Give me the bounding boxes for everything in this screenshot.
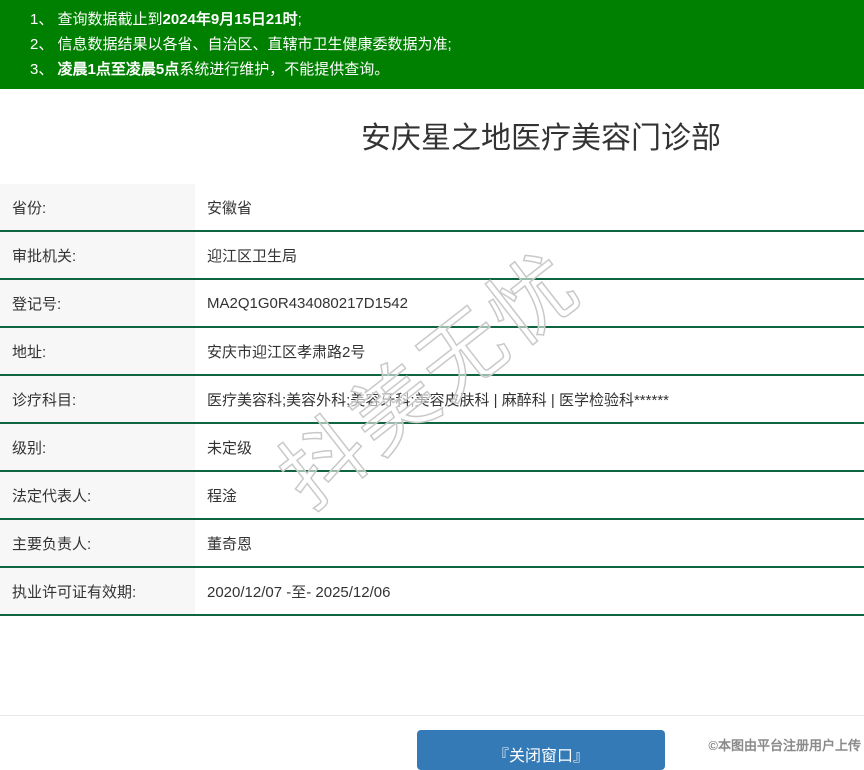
row-label: 法定代表人: [0,472,195,518]
notice-3-bold-text: 凌晨1点至凌晨5点 [58,61,180,78]
notice-bar: 1、 查询数据截止到2024年9月15日21时; 2、 信息数据结果以各省、自治… [0,0,864,89]
license-info-table: 省份: 安徽省 审批机关: 迎江区卫生局 登记号: MA2Q1G0R434080… [0,184,864,616]
row-label: 登记号: [0,280,195,326]
row-value: 2020/12/07 -至- 2025/12/06 [195,568,864,614]
table-row-level: 级别: 未定级 [0,424,864,472]
table-row-medical-subjects: 诊疗科目: 医疗美容科;美容外科;美容牙科;美容皮肤科 | 麻醉科 | 医学检验… [0,376,864,424]
row-label: 审批机关: [0,232,195,278]
notice-line-2: 2、 信息数据结果以各省、自治区、直辖市卫生健康委数据为准; [30,32,864,57]
row-value: 程淦 [195,472,864,518]
upload-credit-watermark: ©本图由平台注册用户上传 [708,735,861,754]
close-window-button[interactable]: 『关闭窗口』 [417,730,665,770]
notice-1-bold-text: 2024年9月15日21时 [163,11,298,28]
notice-1-suffix: ; [298,11,302,28]
notice-line-3: 3、 凌晨1点至凌晨5点系统进行维护，不能提供查询。 [30,57,864,82]
row-value: 迎江区卫生局 [195,232,864,278]
notice-1-text: 1、 查询数据截止到 [30,11,163,28]
result-page: 安庆星之地医疗美容门诊部 省份: 安徽省 审批机关: 迎江区卫生局 登记号: M… [0,89,864,616]
row-value: 未定级 [195,424,864,470]
row-label: 地址: [0,328,195,374]
row-value: 安徽省 [195,184,864,230]
row-value: 董奇恩 [195,520,864,566]
table-row-person-in-charge: 主要负责人: 董奇恩 [0,520,864,568]
row-label: 执业许可证有效期: [0,568,195,614]
row-label: 主要负责人: [0,520,195,566]
row-label: 级别: [0,424,195,470]
table-row-license-validity: 执业许可证有效期: 2020/12/07 -至- 2025/12/06 [0,568,864,616]
table-row-approval-authority: 审批机关: 迎江区卫生局 [0,232,864,280]
page-title: 安庆星之地医疗美容门诊部 [0,89,864,184]
row-value: MA2Q1G0R434080217D1542 [195,280,864,326]
notice-line-1: 1、 查询数据截止到2024年9月15日21时; [30,7,864,32]
table-row-address: 地址: 安庆市迎江区孝肃路2号 [0,328,864,376]
row-value: 医疗美容科;美容外科;美容牙科;美容皮肤科 | 麻醉科 | 医学检验科*****… [195,376,864,422]
row-label: 省份: [0,184,195,230]
notice-3-text: 3、 [30,61,58,78]
table-row-province: 省份: 安徽省 [0,184,864,232]
notice-2-text: 2、 信息数据结果以各省、自治区、直辖市卫生健康委数据为准; [30,36,452,53]
row-value: 安庆市迎江区孝肃路2号 [195,328,864,374]
table-row-legal-representative: 法定代表人: 程淦 [0,472,864,520]
row-label: 诊疗科目: [0,376,195,422]
notice-3-suffix: 系统进行维护，不能提供查询。 [179,61,389,78]
table-row-registration-number: 登记号: MA2Q1G0R434080217D1542 [0,280,864,328]
footer-divider [0,715,864,716]
